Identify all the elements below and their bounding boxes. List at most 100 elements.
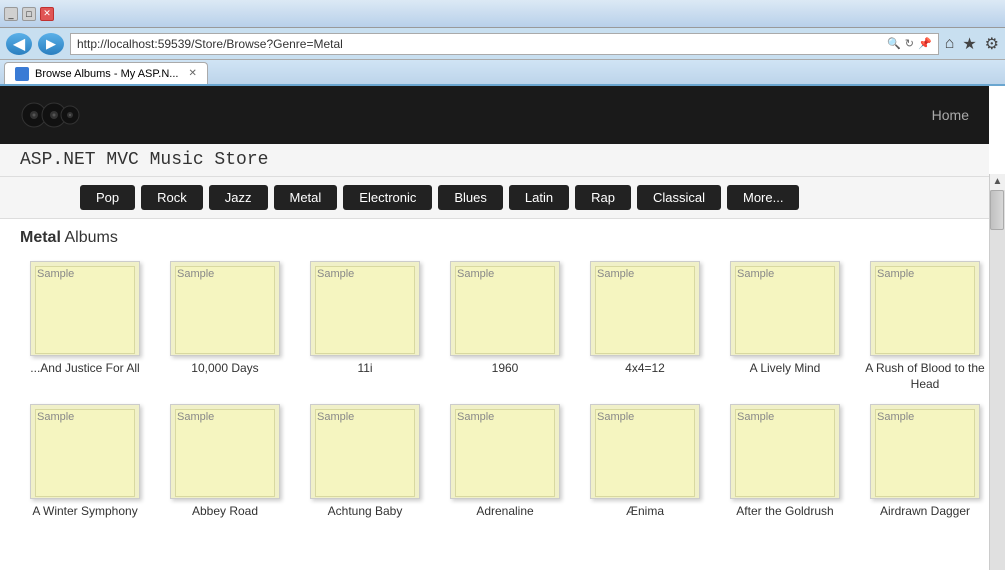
sample-label-2: Sample [177,268,214,280]
album-cover-9: Sample [170,404,280,499]
album-card-7[interactable]: Sample A Rush of Blood to the Head [860,261,990,392]
nav-menu: Pop Rock Jazz Metal Electronic Blues Lat… [0,177,989,219]
album-card-3[interactable]: Sample 11i [300,261,430,392]
album-title-9: Abbey Road [192,504,258,520]
album-card-9[interactable]: Sample Abbey Road [160,404,290,520]
album-card-8[interactable]: Sample A Winter Symphony [20,404,150,520]
album-title-11: Adrenaline [476,504,533,520]
album-cover-13: Sample [730,404,840,499]
refresh-icon: ↻ [905,37,914,50]
pin-icon: 📌 [918,37,932,50]
home-link[interactable]: Home [932,107,969,123]
site-header: Home [0,86,989,144]
album-card-11[interactable]: Sample Adrenaline [440,404,570,520]
nav-pop[interactable]: Pop [80,185,135,210]
album-cover-5: Sample [590,261,700,356]
album-card-14[interactable]: Sample Airdrawn Dagger [860,404,990,520]
album-cover-1: Sample [30,261,140,356]
album-card-4[interactable]: Sample 1960 [440,261,570,392]
scroll-thumb[interactable] [990,190,1004,230]
sample-label-7: Sample [877,268,914,280]
active-tab[interactable]: Browse Albums - My ASP.N... ✕ [4,62,208,84]
sample-label-11: Sample [457,411,494,423]
toolbar-icons: ⌂ ★ ⚙ [945,34,999,54]
album-title-1: ...And Justice For All [30,361,139,377]
logo-icon [20,95,80,135]
album-card-1[interactable]: Sample ...And Justice For All [20,261,150,392]
sample-label-3: Sample [317,268,354,280]
album-title-2: 10,000 Days [191,361,258,377]
album-title-3: 11i [357,361,372,377]
nav-more[interactable]: More... [727,185,799,210]
sample-label-9: Sample [177,411,214,423]
nav-jazz[interactable]: Jazz [209,185,268,210]
album-cover-11: Sample [450,404,560,499]
album-title-6: A Lively Mind [750,361,821,377]
scrollbar[interactable]: ▲ ▼ [989,174,1005,570]
sample-label-8: Sample [37,411,74,423]
sample-label-4: Sample [457,268,494,280]
album-cover-4: Sample [450,261,560,356]
nav-rap[interactable]: Rap [575,185,631,210]
album-cover-10: Sample [310,404,420,499]
scroll-track[interactable] [990,190,1005,570]
album-cover-14: Sample [870,404,980,499]
back-button[interactable]: ◀ [6,33,32,55]
url-icons: 🔍 ↻ 📌 [887,37,932,50]
site-title: ASP.NET MVC Music Store [0,144,989,177]
album-card-13[interactable]: Sample After the Goldrush [720,404,850,520]
album-card-5[interactable]: Sample 4x4=12 [580,261,710,392]
albums-grid-row2: Sample A Winter Symphony Sample Abbey Ro… [20,404,969,520]
site-logo [20,95,80,135]
sample-label-6: Sample [737,268,774,280]
tab-title: Browse Albums - My ASP.N... [35,68,178,80]
album-card-6[interactable]: Sample A Lively Mind [720,261,850,392]
album-card-12[interactable]: Sample Ænima [580,404,710,520]
album-title-8: A Winter Symphony [32,504,137,520]
album-title-4: 1960 [492,361,519,377]
forward-button[interactable]: ▶ [38,33,64,55]
maximize-button[interactable]: □ [22,7,36,21]
favorites-icon[interactable]: ★ [962,34,976,54]
sample-label-14: Sample [877,411,914,423]
page-heading: Metal Albums [20,229,969,247]
album-cover-12: Sample [590,404,700,499]
nav-latin[interactable]: Latin [509,185,569,210]
albums-grid-row1: Sample ...And Justice For All Sample 10,… [20,261,969,392]
title-bar: _ □ ✕ [0,0,1005,28]
nav-electronic[interactable]: Electronic [343,185,432,210]
album-card-10[interactable]: Sample Achtung Baby [300,404,430,520]
sample-label-1: Sample [37,268,74,280]
scroll-up-arrow[interactable]: ▲ [991,174,1005,189]
album-cover-3: Sample [310,261,420,356]
album-cover-8: Sample [30,404,140,499]
url-box[interactable]: http://localhost:59539/Store/Browse?Genr… [70,33,939,55]
album-title-7: A Rush of Blood to the Head [860,361,990,392]
sample-label-5: Sample [597,268,634,280]
tab-close-icon[interactable]: ✕ [188,68,196,79]
nav-metal[interactable]: Metal [274,185,338,210]
sample-label-12: Sample [597,411,634,423]
title-bar-left: _ □ ✕ [4,7,54,21]
album-cover-7: Sample [870,261,980,356]
address-bar: ◀ ▶ http://localhost:59539/Store/Browse?… [0,28,1005,60]
nav-classical[interactable]: Classical [637,185,721,210]
close-button[interactable]: ✕ [40,7,54,21]
search-icon: 🔍 [887,37,901,50]
heading-rest: Albums [61,229,118,246]
sample-label-13: Sample [737,411,774,423]
album-card-2[interactable]: Sample 10,000 Days [160,261,290,392]
settings-icon[interactable]: ⚙ [985,34,999,54]
minimize-button[interactable]: _ [4,7,18,21]
album-cover-2: Sample [170,261,280,356]
album-title-14: Airdrawn Dagger [880,504,970,520]
album-title-12: Ænima [626,504,664,520]
url-text: http://localhost:59539/Store/Browse?Genr… [77,37,887,51]
nav-rock[interactable]: Rock [141,185,203,210]
sample-label-10: Sample [317,411,354,423]
page-content: Home ASP.NET MVC Music Store Pop Rock Ja… [0,86,1005,570]
tab-favicon [15,67,29,81]
album-title-13: After the Goldrush [736,504,833,520]
home-icon[interactable]: ⌂ [945,35,955,53]
nav-blues[interactable]: Blues [438,185,503,210]
